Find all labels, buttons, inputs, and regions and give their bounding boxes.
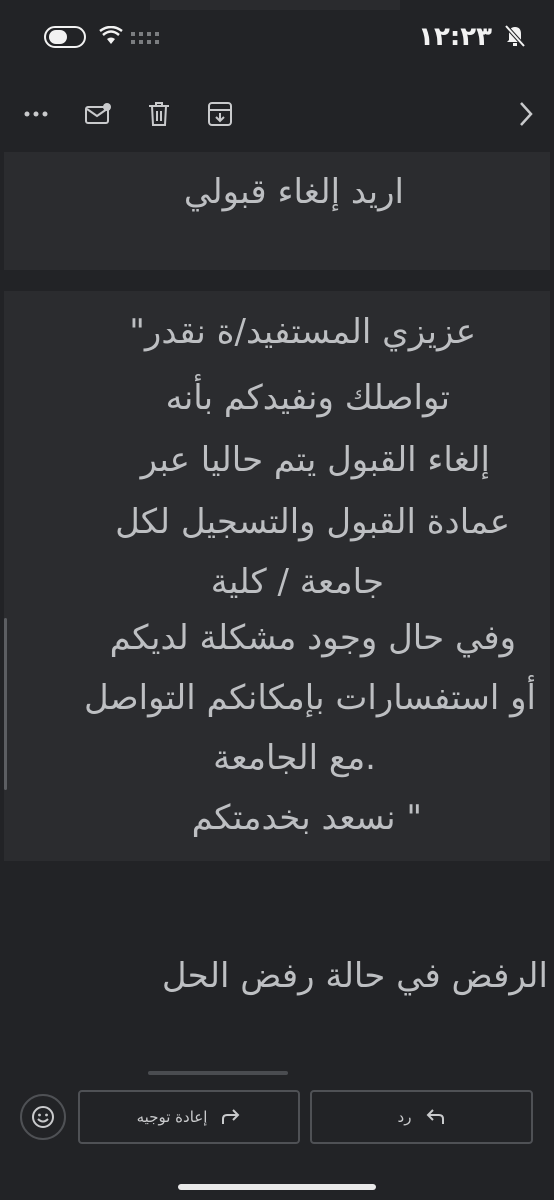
forward-button[interactable]: إعادة توجيه (78, 1090, 300, 1144)
reply-arrow-icon (427, 1109, 445, 1124)
signal-icon (131, 32, 159, 44)
reply-text: الرفض في حالة رفض الحل (161, 956, 548, 996)
reply-label: رد (397, 1108, 412, 1126)
quoted-line: " نسعد بخدمتكم (191, 798, 422, 838)
trash-icon[interactable] (143, 98, 175, 130)
mail-unread-icon[interactable] (82, 98, 114, 130)
forward-arrow-icon (222, 1109, 240, 1124)
quoted-line: تواصلك ونفيدكم بأنه (165, 378, 450, 418)
quoted-line: إلغاء القبول يتم حاليا عبر (140, 440, 490, 480)
quoted-line: أو استفسارات بإمكانكم التواصل (84, 678, 536, 718)
message-subject: اريد إلغاء قبولي (183, 172, 404, 212)
drag-handle[interactable] (148, 1071, 288, 1075)
forward-label: إعادة توجيه (136, 1108, 208, 1126)
more-horizontal-icon[interactable] (20, 98, 52, 130)
smiley-icon (32, 1106, 54, 1128)
emoji-reaction-button[interactable] (20, 1094, 66, 1140)
quoted-line: جامعة / كلية (210, 562, 384, 602)
wifi-icon (99, 26, 123, 44)
battery-icon (44, 26, 86, 48)
quote-indicator (4, 618, 7, 790)
message-toolbar (0, 88, 554, 138)
quoted-line: وفي حال وجود مشكلة لديكم (109, 618, 516, 658)
status-bar: ١٢:٢٣ (0, 0, 554, 80)
archive-icon[interactable] (204, 98, 236, 130)
cropped-header-strip (150, 0, 400, 10)
quoted-line: .مع الجامعة (213, 738, 376, 778)
home-indicator[interactable] (178, 1184, 376, 1190)
reply-button[interactable]: رد (310, 1090, 533, 1144)
quoted-line: عمادة القبول والتسجيل لكل (115, 502, 510, 542)
clock: ١٢:٢٣ (418, 22, 492, 52)
bell-muted-icon (504, 24, 526, 48)
quoted-line: عزيزي المستفيد/ة نقدر" (129, 312, 476, 352)
chevron-right-icon[interactable] (510, 98, 542, 130)
